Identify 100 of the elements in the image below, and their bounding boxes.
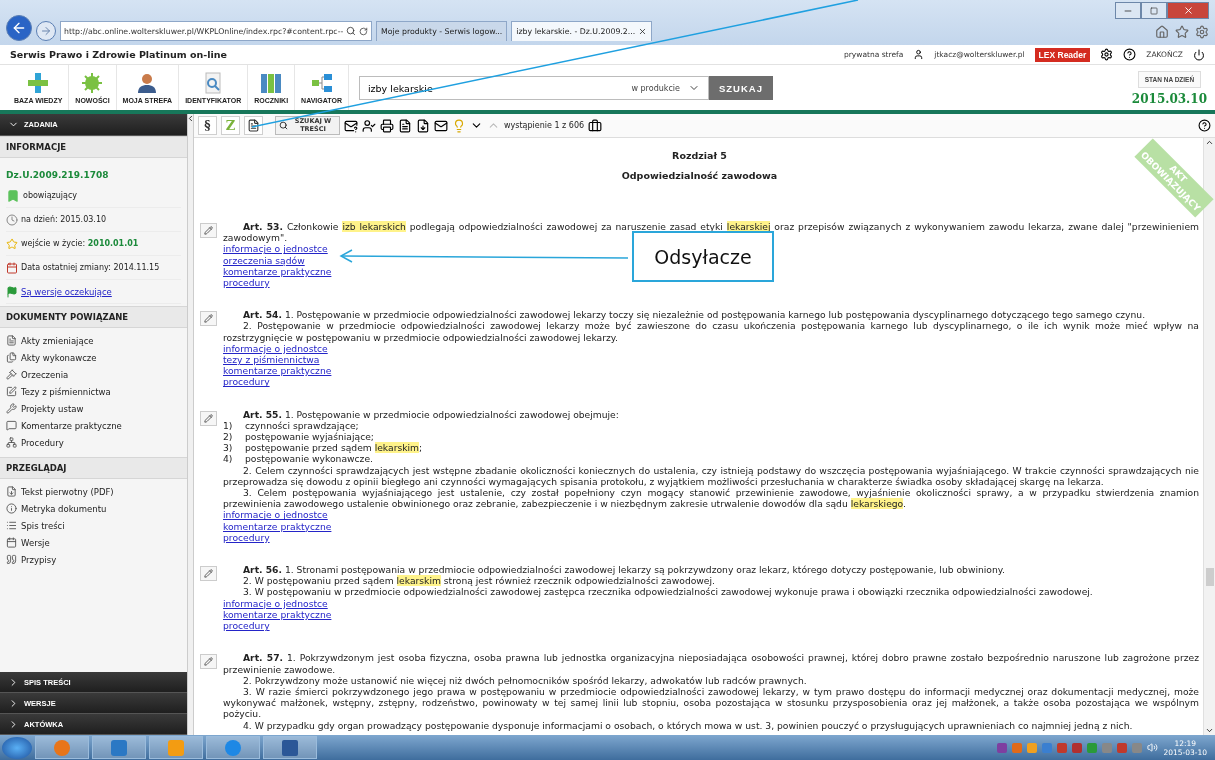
refresh-icon[interactable]: [359, 26, 368, 36]
chapter-title: Odpowiedzialność zawodowa: [621, 169, 778, 181]
lex-reader-button[interactable]: LEX Reader: [1034, 47, 1091, 62]
start-button[interactable]: [2, 736, 32, 759]
tray-icon[interactable]: [1117, 742, 1128, 753]
reference-link[interactable]: orzeczenia sądów: [223, 254, 305, 266]
reference-link[interactable]: komentarze praktyczne: [223, 365, 332, 377]
edit-note-button[interactable]: [200, 311, 217, 327]
edit-note-button[interactable]: [200, 223, 217, 238]
home-icon[interactable]: [1155, 25, 1169, 39]
reference-link[interactable]: komentarze praktyczne: [223, 520, 332, 532]
scrollbar-thumb[interactable]: [1205, 567, 1214, 586]
reference-link[interactable]: informacje o jednostce: [223, 243, 328, 255]
flow-icon: [6, 437, 17, 448]
sidebar-item[interactable]: Przypisy: [6, 553, 181, 566]
power-icon[interactable]: [1193, 48, 1205, 61]
info-text: wejście w życie: 2010.01.01: [21, 239, 139, 248]
reference-link[interactable]: procedury: [223, 531, 270, 544]
article-paragraph: 2. Pokrzywdzony może ustanowić nie więcej niż dwóch pełnomocników spośród lekarzy, adwokatów lub radców prawnych.: [243, 674, 808, 686]
sidebar-item[interactable]: Orzeczenia: [6, 368, 181, 381]
document-view-button[interactable]: [244, 116, 263, 135]
article-paragraph: 2. Postępowanie w przedmiocie odpowiedzialności zawodowej lekarzy może być zawieszone do czasu ukończenia postępowania karnego lub dyscyplinarnego, o ile ich wynik może mieć wpływ na rozstrzygnięcie w postępowaniu w przedmiocie odpowiedzialności zawodowej lekarzy.: [223, 320, 1199, 343]
tray-icon[interactable]: [1027, 742, 1038, 753]
sidebar-item[interactable]: Metryka dokumentu: [6, 502, 181, 515]
article-paragraph: 4. W przypadku gdy organ prowadzący postępowanie dysponuje informacjami o osobach, o których mowa w ust. 3, powinien pouczyć o przysługujących uprawnieniach co najmniej jedną z nich.: [242, 719, 1134, 731]
pdf-icon: [6, 486, 17, 497]
sidebar-item[interactable]: Komentarze praktyczne: [6, 419, 181, 432]
act-id: Dz.U.2009.219.1708: [6, 169, 110, 182]
info-icon: [6, 503, 17, 514]
sidebar-item[interactable]: Wersje: [6, 536, 181, 549]
document-icon[interactable]: [398, 118, 412, 133]
article-paragraph: Art. 54. 1. Postępowanie w przedmiocie odpowiedzialności zawodowej lekarzy toczy się niezależnie od postępowania karnego lub postępowania dyscyplinarnego dotyczącego tego samego czynu.: [242, 309, 1146, 321]
reference-link[interactable]: procedury: [223, 376, 270, 388]
sidebar-item[interactable]: Spis treści: [6, 519, 181, 532]
reference-link[interactable]: komentarze praktyczne: [223, 608, 332, 621]
comment-icon: [6, 420, 17, 431]
arrow-right-icon: [40, 25, 52, 37]
pencil-icon: [204, 413, 213, 423]
forward-button[interactable]: [36, 21, 56, 41]
volume-icon[interactable]: [1147, 742, 1159, 753]
collapse-icon[interactable]: [186, 114, 195, 123]
sidebar-item[interactable]: Tekst pierwotny (PDF): [6, 485, 181, 498]
point-number: 4): [223, 453, 234, 465]
sidebar-item[interactable]: Projekty ustaw: [6, 402, 181, 415]
back-button[interactable]: [6, 15, 32, 41]
tray-icon[interactable]: [1072, 742, 1083, 753]
quote-icon: [6, 554, 17, 565]
point-number: 2): [223, 431, 234, 443]
help-icon[interactable]: [1198, 119, 1211, 132]
reference-link[interactable]: informacje o jednostce: [223, 509, 328, 521]
taskbar-app[interactable]: [92, 736, 146, 759]
user-check-icon[interactable]: [362, 118, 376, 133]
paragraph-button[interactable]: §: [198, 116, 217, 135]
sidebar-item[interactable]: Procedury: [6, 436, 181, 449]
minimize-button[interactable]: [1115, 2, 1141, 19]
taskbar-app[interactable]: [206, 736, 260, 759]
reference-link[interactable]: tezy z piśmiennictwa: [223, 354, 320, 366]
help-icon[interactable]: [1123, 48, 1137, 61]
search-icon[interactable]: [346, 26, 357, 36]
calendar-icon: [6, 537, 17, 548]
scrollbar[interactable]: [1203, 138, 1215, 735]
mail-icon[interactable]: [434, 118, 448, 133]
taskbar-app[interactable]: [149, 736, 203, 759]
settings-icon[interactable]: [1100, 48, 1114, 61]
edit-note-button[interactable]: [200, 410, 217, 426]
article-paragraph: Art. 57. 1. Pokrzywdzonym jest osoba fizyczna, osoba prawna lub jednostka organizacyjna nieposiadająca osobowości prawnej, której dobro prawne zostało bezpośrednio naruszone lub zagrożone przez przewinienie zawodowe.: [223, 652, 1199, 675]
books-icon: [259, 72, 284, 94]
tray-icon[interactable]: [1057, 742, 1068, 753]
search-field[interactable]: izby lekarskie w produkcie: [358, 76, 709, 100]
taskbar-app[interactable]: [263, 736, 317, 759]
sidebar-item[interactable]: Tezy z piśmiennictwa: [6, 385, 181, 398]
reference-link[interactable]: informacje o jednostce: [223, 342, 328, 355]
print-icon[interactable]: [380, 118, 394, 133]
reference-link[interactable]: procedury: [223, 620, 270, 632]
taskbar-app[interactable]: [35, 736, 89, 759]
pending-versions-link[interactable]: Są wersje oczekujące: [21, 286, 112, 297]
point-number: 1): [223, 419, 234, 432]
clock-icon: [6, 213, 18, 226]
chevron-up-icon: [1205, 138, 1214, 147]
search-icon: [279, 121, 288, 130]
edit-note-button[interactable]: [200, 566, 217, 582]
briefcase-icon[interactable]: [588, 118, 603, 133]
search-button[interactable]: SZUKAJ: [708, 76, 773, 100]
tray-icon[interactable]: [997, 742, 1008, 753]
close-icon[interactable]: [638, 27, 648, 36]
edit-note-button[interactable]: [200, 654, 217, 670]
section-header: PRZEGLĄDAJ: [0, 457, 187, 479]
maximize-button[interactable]: [1141, 2, 1167, 19]
article-paragraph: 3. W razie śmierci pokrzywdzonego jego prawa w postępowaniu w przedmiocie odpowiedzialności zawodowej lekarzy, w tym prawo dostępu do informacji medycznej oraz dokumentacji medycznej, może wykonywać małżonek, wstępny, zstępny, rodzeństwo, powinowaty w tej samej linii lub stopniu, osoba pozostająca w stosunku przysposobienia oraz jej małżonek, a także osoba pozostająca we wspólnym pożyciu.: [223, 685, 1199, 720]
favorites-icon[interactable]: [1175, 25, 1189, 39]
reference-link[interactable]: informacje o jednostce: [223, 597, 328, 609]
article-paragraph: 2. W postępowaniu przed sądem lekarskim stroną jest również rzecznik odpowiedzialności zawodowej.: [242, 575, 715, 587]
mail-question-icon[interactable]: [344, 118, 358, 133]
pencil-icon: [204, 569, 213, 579]
download-icon[interactable]: [416, 118, 430, 133]
sidebar-item[interactable]: Akty zmieniające: [6, 334, 181, 347]
sidebar-item[interactable]: Akty wykonawcze: [6, 351, 181, 364]
reference-link[interactable]: procedury: [223, 277, 270, 289]
reference-link[interactable]: komentarze praktyczne: [223, 265, 332, 277]
search-scope-select[interactable]: w produkcie: [631, 83, 680, 93]
